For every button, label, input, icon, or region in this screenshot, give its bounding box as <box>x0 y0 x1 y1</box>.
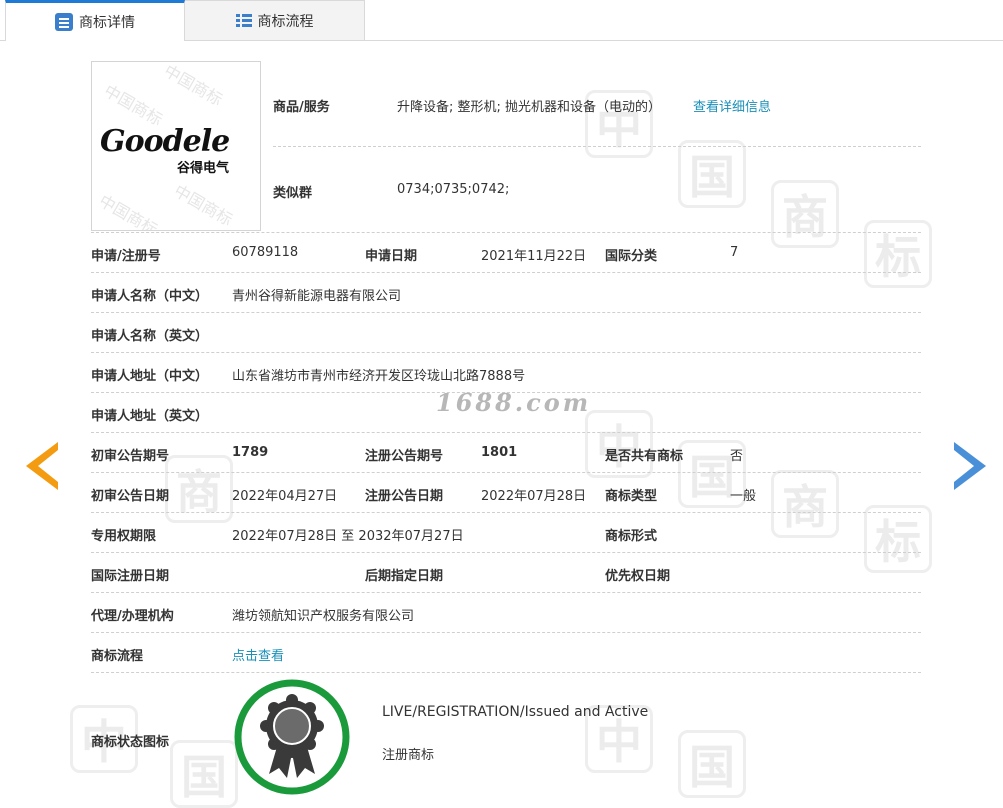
divider <box>91 232 921 233</box>
logo-watermark: 中国商标 <box>170 181 236 230</box>
reg-issue-no-value: 1801 <box>481 445 518 460</box>
divider <box>91 512 921 513</box>
divider <box>91 552 921 553</box>
agent-label: 代理/办理机构 <box>91 609 174 624</box>
divider <box>91 672 921 673</box>
app-date-label: 申请日期 <box>365 249 418 264</box>
watermark-char: 国 <box>678 140 746 208</box>
watermark-char: 国 <box>678 730 746 798</box>
shared-mark-value: 否 <box>730 449 744 464</box>
tab-bar: 商标详情 商标流程 <box>0 0 1003 41</box>
shared-mark-label: 是否共有商标 <box>605 449 684 464</box>
tab-label: 商标详情 <box>79 15 135 31</box>
similar-group-label: 类似群 <box>273 186 313 201</box>
similar-group-value: 0734;0735;0742; <box>397 182 510 197</box>
intl-reg-date-label: 国际注册日期 <box>91 569 170 584</box>
address-en-label: 申请人地址（英文） <box>91 409 209 424</box>
award-ribbon-icon <box>234 679 350 795</box>
prev-arrow-button[interactable] <box>26 442 58 490</box>
list-icon <box>235 13 252 28</box>
app-date-value: 2021年11月22日 <box>481 249 587 264</box>
watermark-char: 国 <box>170 740 238 808</box>
prelim-issue-no-value: 1789 <box>232 445 269 460</box>
logo-chinese-name: 谷得电气 <box>177 161 230 176</box>
exclusive-period-label: 专用权期限 <box>91 529 157 544</box>
prelim-issue-no-label: 初审公告期号 <box>91 449 170 464</box>
divider <box>91 432 921 433</box>
process-label: 商标流程 <box>91 649 144 664</box>
watermark-char: 中 <box>585 410 653 478</box>
divider <box>91 592 921 593</box>
intl-class-label: 国际分类 <box>605 249 658 264</box>
goods-services-label: 商品/服务 <box>273 100 330 115</box>
divider <box>91 472 921 473</box>
reg-date-value: 2022年07月28日 <box>481 489 587 504</box>
applicant-en-label: 申请人名称（英文） <box>91 329 209 344</box>
next-arrow-button[interactable] <box>954 442 986 490</box>
agent-value: 潍坊领航知识产权服务有限公司 <box>232 609 415 624</box>
trademark-image: 中国商标 中国商标 中国商标 中国商标 Goodele 谷得电气 <box>91 61 261 231</box>
intl-class-value: 7 <box>730 245 739 260</box>
app-no-value: 60789118 <box>232 245 299 260</box>
exclusive-period-value: 2022年07月28日 至 2032年07月27日 <box>232 529 464 544</box>
reg-date-label: 注册公告日期 <box>365 489 444 504</box>
logo-watermark: 中国商标 <box>160 61 226 110</box>
status-cn-text: 注册商标 <box>382 748 435 763</box>
mark-type-value: 一般 <box>730 489 757 504</box>
tab-trademark-details[interactable]: 商标详情 <box>5 0 185 41</box>
status-label: 商标状态图标 <box>91 735 170 750</box>
later-designation-date-label: 后期指定日期 <box>365 569 444 584</box>
applicant-cn-label: 申请人名称（中文） <box>91 289 209 304</box>
mark-form-label: 商标形式 <box>605 529 658 544</box>
watermark-char: 商 <box>771 470 839 538</box>
address-cn-value: 山东省潍坊市青州市经济开发区玲珑山北路7888号 <box>232 369 526 384</box>
app-no-label: 申请/注册号 <box>91 249 161 264</box>
status-en-text: LIVE/REGISTRATION/Issued and Active <box>382 704 649 720</box>
tab-trademark-process[interactable]: 商标流程 <box>185 0 365 40</box>
divider <box>91 352 921 353</box>
watermark-char: 标 <box>864 220 932 288</box>
logo-wordmark: Goodele <box>100 124 230 159</box>
view-process-link[interactable]: 点击查看 <box>232 645 284 664</box>
divider <box>91 632 921 633</box>
watermark-char: 标 <box>864 505 932 573</box>
prelim-date-value: 2022年04月27日 <box>232 489 338 504</box>
logo-watermark: 中国商标 <box>95 191 161 231</box>
watermark-char: 商 <box>771 180 839 248</box>
divider <box>91 312 921 313</box>
mark-type-label: 商标类型 <box>605 489 658 504</box>
priority-date-label: 优先权日期 <box>605 569 671 584</box>
logo-watermark: 中国商标 <box>100 81 166 130</box>
id-card-icon <box>55 13 73 31</box>
site-watermark: 1688.com <box>436 388 592 417</box>
applicant-cn-value: 青州谷得新能源电器有限公司 <box>232 289 402 304</box>
prelim-date-label: 初审公告日期 <box>91 489 170 504</box>
goods-services-value: 升降设备; 整形机; 抛光机器和设备（电动的） <box>397 100 662 115</box>
divider <box>91 272 921 273</box>
divider <box>273 146 921 147</box>
address-cn-label: 申请人地址（中文） <box>91 369 209 384</box>
reg-issue-no-label: 注册公告期号 <box>365 449 444 464</box>
view-details-link[interactable]: 查看详细信息 <box>693 96 771 115</box>
tab-label: 商标流程 <box>257 13 314 30</box>
